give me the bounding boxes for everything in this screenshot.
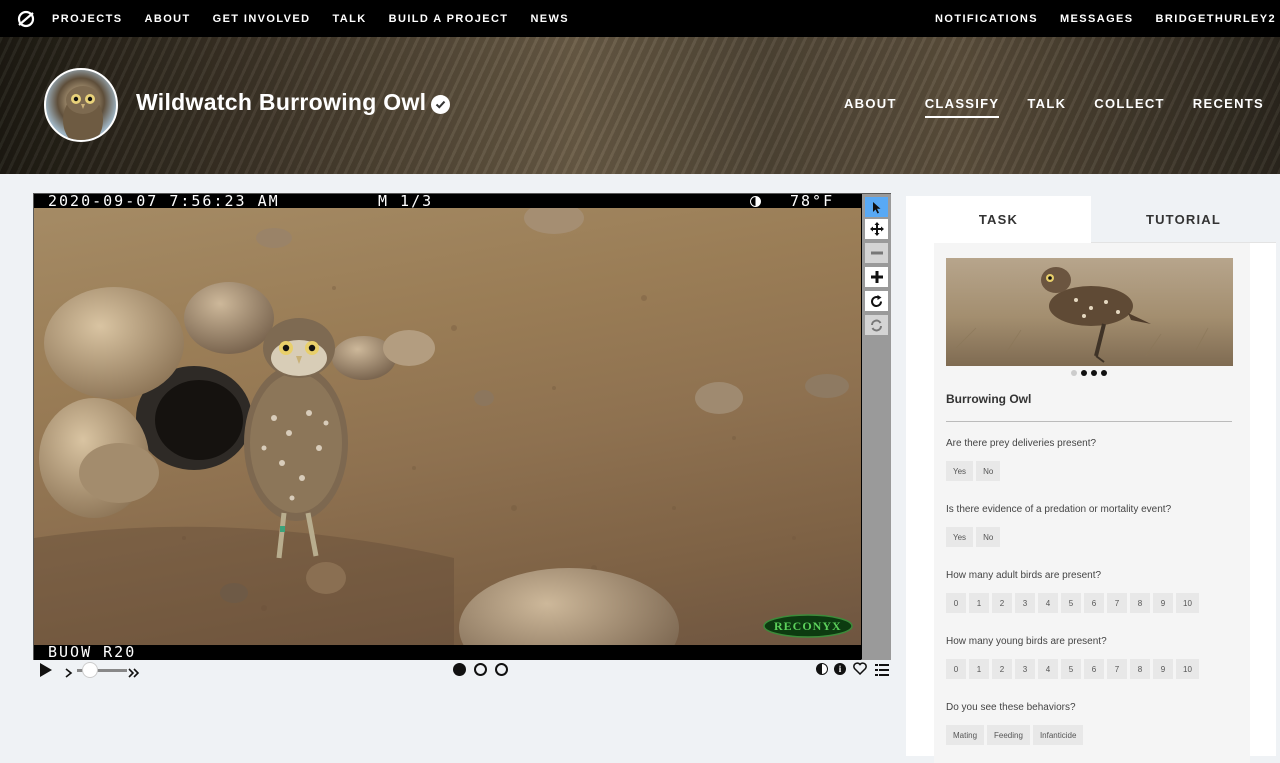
adult-count-9[interactable]: 9 xyxy=(1153,593,1173,613)
prey-yes-button[interactable]: Yes xyxy=(946,461,974,481)
adult-count-4[interactable]: 4 xyxy=(1038,593,1058,613)
timestamp: 2020-09-07 7:56:23 AM xyxy=(48,192,280,210)
zoom-out-icon[interactable] xyxy=(865,243,888,263)
frame-indicator: M 1/3 xyxy=(378,192,434,210)
adult-count-1[interactable]: 1 xyxy=(969,593,989,613)
young-count-9[interactable]: 9 xyxy=(1153,659,1173,679)
camera-info-bar: 2020-09-07 7:56:23 AM M 1/3 78°F xyxy=(34,192,861,210)
nav-messages[interactable]: MESSAGES xyxy=(1060,13,1134,25)
young-count-1[interactable]: 1 xyxy=(969,659,989,679)
project-nav-classify[interactable]: CLASSIFY xyxy=(924,96,1000,118)
project-avatar[interactable] xyxy=(44,68,118,142)
nav-notifications[interactable]: NOTIFICATIONS xyxy=(935,13,1038,25)
adult-count-0[interactable]: 0 xyxy=(946,593,966,613)
question-predation: Is there evidence of a predation or mort… xyxy=(946,504,1172,515)
adult-count-5[interactable]: 5 xyxy=(1061,593,1081,613)
question-prey: Are there prey deliveries present? xyxy=(946,438,1097,449)
tab-tutorial[interactable]: TUTORIAL xyxy=(1091,196,1276,243)
verified-badge-icon xyxy=(431,95,450,114)
photo-dot-2[interactable] xyxy=(1081,370,1087,376)
zoom-in-icon[interactable] xyxy=(865,267,888,287)
tab-task[interactable]: TASK xyxy=(906,196,1091,243)
question-young: How many young birds are present? xyxy=(946,636,1107,647)
young-count-options: 0 1 2 3 4 5 6 7 8 9 10 xyxy=(946,659,1199,679)
faster-icon[interactable] xyxy=(128,665,140,683)
predation-no-button[interactable]: No xyxy=(976,527,1001,547)
info-icon[interactable]: i xyxy=(834,663,846,675)
play-icon[interactable] xyxy=(39,662,53,683)
project-nav-recents[interactable]: RECENTS xyxy=(1193,96,1264,118)
adult-count-options: 0 1 2 3 4 5 6 7 8 9 10 xyxy=(946,593,1199,613)
project-nav-about[interactable]: ABOUT xyxy=(844,96,897,118)
young-count-2[interactable]: 2 xyxy=(992,659,1012,679)
moon-phase-icon xyxy=(750,196,761,207)
adult-count-6[interactable]: 6 xyxy=(1084,593,1104,613)
top-nav: PROJECTS ABOUT GET INVOLVED TALK BUILD A… xyxy=(0,0,1280,37)
image-toolbar xyxy=(862,194,891,660)
adult-count-7[interactable]: 7 xyxy=(1107,593,1127,613)
adult-count-10[interactable]: 10 xyxy=(1176,593,1199,613)
adult-count-8[interactable]: 8 xyxy=(1130,593,1150,613)
temperature: 78°F xyxy=(790,192,835,210)
project-header: Wildwatch Burrowing Owl ABOUT CLASSIFY T… xyxy=(0,37,1280,174)
young-count-6[interactable]: 6 xyxy=(1084,659,1104,679)
species-name: Burrowing Owl xyxy=(946,392,1032,406)
photo-dot-1[interactable] xyxy=(1071,370,1077,376)
question-adults: How many adult birds are present? xyxy=(946,570,1102,581)
task-area: Burrowing Owl Are there prey deliveries … xyxy=(934,243,1250,763)
frame-dot-3[interactable] xyxy=(495,663,508,676)
photo-dot-3[interactable] xyxy=(1091,370,1097,376)
nav-talk[interactable]: TALK xyxy=(333,13,367,25)
camera-id-bar: BUOW R20 xyxy=(34,645,861,660)
favorite-heart-icon[interactable] xyxy=(853,662,867,680)
nav-build-project[interactable]: BUILD A PROJECT xyxy=(389,13,509,25)
divider xyxy=(946,421,1232,422)
nav-about[interactable]: ABOUT xyxy=(145,13,191,25)
pointer-tool-icon[interactable] xyxy=(865,197,888,217)
predation-yes-button[interactable]: Yes xyxy=(946,527,974,547)
species-photo[interactable] xyxy=(946,258,1233,366)
project-title[interactable]: Wildwatch Burrowing Owl xyxy=(136,89,426,116)
nav-user-menu[interactable]: BRIDGETHURLEY2 xyxy=(1156,13,1276,25)
predation-options: Yes No xyxy=(946,527,1001,547)
nav-get-involved[interactable]: GET INVOLVED xyxy=(213,13,311,25)
photo-dot-4[interactable] xyxy=(1101,370,1107,376)
slower-icon[interactable] xyxy=(65,665,73,683)
collections-list-icon[interactable] xyxy=(875,663,889,681)
move-tool-icon[interactable] xyxy=(865,219,888,239)
subject-viewer: 2020-09-07 7:56:23 AM M 1/3 78°F RECONYX… xyxy=(33,193,891,660)
young-count-10[interactable]: 10 xyxy=(1176,659,1199,679)
speed-slider-handle[interactable] xyxy=(82,662,98,678)
project-nav-talk[interactable]: TALK xyxy=(1027,96,1066,118)
young-count-5[interactable]: 5 xyxy=(1061,659,1081,679)
prey-no-button[interactable]: No xyxy=(976,461,1001,481)
project-nav-collect[interactable]: COLLECT xyxy=(1094,96,1164,118)
nav-projects[interactable]: PROJECTS xyxy=(52,13,123,25)
subject-image[interactable]: RECONYX xyxy=(34,208,861,645)
zooniverse-logo-icon[interactable] xyxy=(0,10,52,28)
adult-count-3[interactable]: 3 xyxy=(1015,593,1035,613)
invert-contrast-icon[interactable] xyxy=(816,663,828,675)
behavior-infanticide[interactable]: Infanticide xyxy=(1032,725,1084,745)
young-count-8[interactable]: 8 xyxy=(1130,659,1150,679)
adult-count-2[interactable]: 2 xyxy=(992,593,1012,613)
behavior-options: Mating Feeding Infanticide xyxy=(946,725,1084,745)
young-count-0[interactable]: 0 xyxy=(946,659,966,679)
camera-id: BUOW R20 xyxy=(48,643,137,661)
young-count-4[interactable]: 4 xyxy=(1038,659,1058,679)
classifier-panel: TASK TUTORIAL Burrowing Owl Are there pr… xyxy=(906,196,1276,763)
behavior-mating[interactable]: Mating xyxy=(946,725,985,745)
frame-dot-1[interactable] xyxy=(453,663,466,676)
prey-options: Yes No xyxy=(946,461,1001,481)
rotate-icon[interactable] xyxy=(865,291,888,311)
reset-view-icon[interactable] xyxy=(865,315,888,335)
behavior-feeding[interactable]: Feeding xyxy=(987,725,1030,745)
frame-dot-2[interactable] xyxy=(474,663,487,676)
frame-controls: i xyxy=(33,660,891,682)
young-count-7[interactable]: 7 xyxy=(1107,659,1127,679)
camera-brand-logo: RECONYX xyxy=(774,619,842,633)
question-behaviors: Do you see these behaviors? xyxy=(946,702,1076,713)
nav-news[interactable]: NEWS xyxy=(530,13,569,25)
young-count-3[interactable]: 3 xyxy=(1015,659,1035,679)
